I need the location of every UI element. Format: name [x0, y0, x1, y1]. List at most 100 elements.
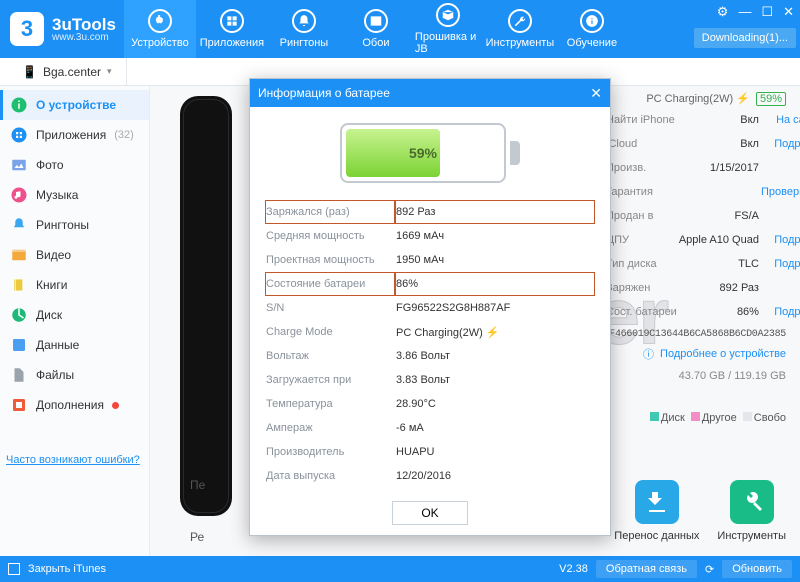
- legend-item: Другое: [691, 412, 737, 424]
- top-nav: УстройствоПриложенияРингтоныОбоиПрошивка…: [124, 0, 628, 58]
- battery-info-modal: Информация о батарее ✕ 59% Заряжался (ра…: [249, 78, 611, 536]
- sidebar-item-disk[interactable]: Диск: [0, 300, 149, 330]
- device-tab-label: Bga.center: [43, 65, 101, 79]
- refresh-button[interactable]: Обновить: [722, 560, 792, 578]
- settings-icon[interactable]: ⚙: [717, 4, 729, 20]
- sidebar-item-info[interactable]: О устройстве: [0, 90, 149, 120]
- disk-icon: [10, 306, 28, 324]
- nav-picture[interactable]: Обои: [340, 0, 412, 58]
- nav-wrench[interactable]: Инструменты: [484, 0, 556, 58]
- video-icon: [10, 246, 28, 264]
- info-link[interactable]: Проверить: [761, 186, 800, 198]
- files-icon: [10, 366, 28, 384]
- data-icon: [10, 336, 28, 354]
- wrench-icon: [508, 9, 532, 33]
- storage-summary: 43.70 GB / 119.19 GB: [604, 370, 786, 382]
- info-row: Тип дискаTLCПодроб.: [606, 253, 800, 275]
- info-row: Произв.1/15/2017: [606, 157, 800, 179]
- maximize-icon[interactable]: ☐: [761, 4, 773, 20]
- sidebar-item-music[interactable]: Музыка: [0, 180, 149, 210]
- refresh-icon[interactable]: ⟳: [705, 563, 714, 576]
- top-bar: 3 3uTools www.3u.com УстройствоПриложени…: [0, 0, 800, 58]
- close-itunes-checkbox[interactable]: [8, 563, 20, 575]
- battery-row: Дата выпуска12/20/2016: [266, 465, 594, 487]
- info-row: ГарантияПроверить: [606, 181, 800, 203]
- sidebar-item-addons[interactable]: Дополнения: [0, 390, 149, 420]
- modal-close-icon[interactable]: ✕: [590, 85, 602, 102]
- device-image: [180, 96, 232, 516]
- sidebar-item-book[interactable]: Книги: [0, 270, 149, 300]
- info-icon: [10, 96, 28, 114]
- info-row: Сост. батареи86%Подроб.: [606, 301, 800, 323]
- storage-legend: ДискДругоеСвобо: [604, 412, 786, 424]
- photo-icon: [10, 156, 28, 174]
- nav-apple[interactable]: Устройство: [124, 0, 196, 58]
- info-row: Заряжен892 Раз: [606, 277, 800, 299]
- book-icon: [10, 276, 28, 294]
- minimize-icon[interactable]: —: [738, 4, 751, 20]
- nav-box[interactable]: Прошивка и JB: [412, 0, 484, 58]
- picture-icon: [364, 9, 388, 33]
- sidebar: О устройствеПриложения(32)ФотоМузыкаРинг…: [0, 86, 150, 556]
- box-icon: [436, 3, 460, 27]
- device-tab[interactable]: 📱 Bga.center: [8, 58, 127, 85]
- music-icon: [10, 186, 28, 204]
- sidebar-item-bell[interactable]: Рингтоны: [0, 210, 149, 240]
- modal-header[interactable]: Информация о батарее ✕: [250, 79, 610, 107]
- charging-status: PC Charging(2W) ⚡ 59%: [604, 92, 786, 105]
- info-row: ЦПУApple A10 QuadПодроб.: [606, 229, 800, 251]
- battery-row: Загружается при3.83 Вольт: [266, 369, 594, 391]
- battery-row: ПроизводительHUAPU: [266, 441, 594, 463]
- apps-icon: [10, 126, 28, 144]
- info-link[interactable]: Подроб.: [774, 234, 800, 246]
- modal-title: Информация о батарее: [258, 86, 390, 100]
- info-row: iCloudВклПодроб.: [606, 133, 800, 155]
- sidebar-item-video[interactable]: Видео: [0, 240, 149, 270]
- bolt-icon: ⚡: [736, 93, 750, 105]
- close-icon[interactable]: ✕: [783, 4, 794, 20]
- sidebar-item-apps[interactable]: Приложения(32): [0, 120, 149, 150]
- apps-icon: [220, 9, 244, 33]
- transfer-icon: [635, 480, 679, 524]
- window-controls: ⚙ — ☐ ✕: [717, 4, 794, 20]
- info-link[interactable]: Подроб.: [774, 138, 800, 150]
- feedback-button[interactable]: Обратная связь: [596, 560, 697, 578]
- apple-icon: [148, 9, 172, 33]
- tools-button[interactable]: Инструменты: [717, 480, 786, 542]
- info-link[interactable]: Подроб.: [774, 258, 800, 270]
- battery-info-table: Заряжался (раз)892 РазСредняя мощность16…: [264, 199, 596, 489]
- close-itunes-label: Закрыть iTunes: [28, 563, 106, 575]
- logo-badge: 3: [10, 12, 44, 46]
- device-details-link[interactable]: ⓘ Подробнее о устройстве: [604, 346, 786, 362]
- info-link[interactable]: Подроб.: [774, 306, 800, 318]
- panel-label-1: Пе: [190, 478, 205, 492]
- bell-icon: [292, 9, 316, 33]
- transfer-data-button[interactable]: Перенос данных: [614, 480, 699, 542]
- nav-bell[interactable]: Рингтоны: [268, 0, 340, 58]
- info-link[interactable]: На сайт: [776, 114, 800, 126]
- ok-button[interactable]: OK: [392, 501, 467, 525]
- battery-row: Charge ModePC Charging(2W) ⚡: [266, 321, 594, 343]
- notification-dot: [112, 402, 119, 409]
- addons-icon: [10, 396, 28, 414]
- battery-row: Вольтаж3.86 Вольт: [266, 345, 594, 367]
- panel-label-2: Ре: [190, 530, 204, 544]
- app-title: 3uTools: [52, 16, 116, 33]
- battery-graphic: 59%: [264, 123, 596, 183]
- info-icon: ⓘ: [643, 346, 654, 362]
- battery-row: Температура28.90°C: [266, 393, 594, 415]
- device-info-panel: PC Charging(2W) ⚡ 59% Найти iPhoneВклНа …: [604, 92, 786, 424]
- status-bar: Закрыть iTunes V2.38 Обратная связь ⟳ Об…: [0, 556, 800, 582]
- app-logo: 3 3uTools www.3u.com: [0, 0, 124, 58]
- battery-row: Проектная мощность1950 мАч: [266, 249, 594, 271]
- nav-apps[interactable]: Приложения: [196, 0, 268, 58]
- sidebar-item-files[interactable]: Файлы: [0, 360, 149, 390]
- sidebar-help-link[interactable]: Часто возникают ошибки?: [0, 450, 149, 468]
- downloading-badge[interactable]: Downloading(1)...: [694, 28, 796, 48]
- sidebar-item-photo[interactable]: Фото: [0, 150, 149, 180]
- bolt-icon: ⚡: [486, 327, 500, 339]
- battery-row: Средняя мощность1669 мАч: [266, 225, 594, 247]
- info-row: Найти iPhoneВклНа сайт: [606, 109, 800, 131]
- nav-info[interactable]: Обучение: [556, 0, 628, 58]
- sidebar-item-data[interactable]: Данные: [0, 330, 149, 360]
